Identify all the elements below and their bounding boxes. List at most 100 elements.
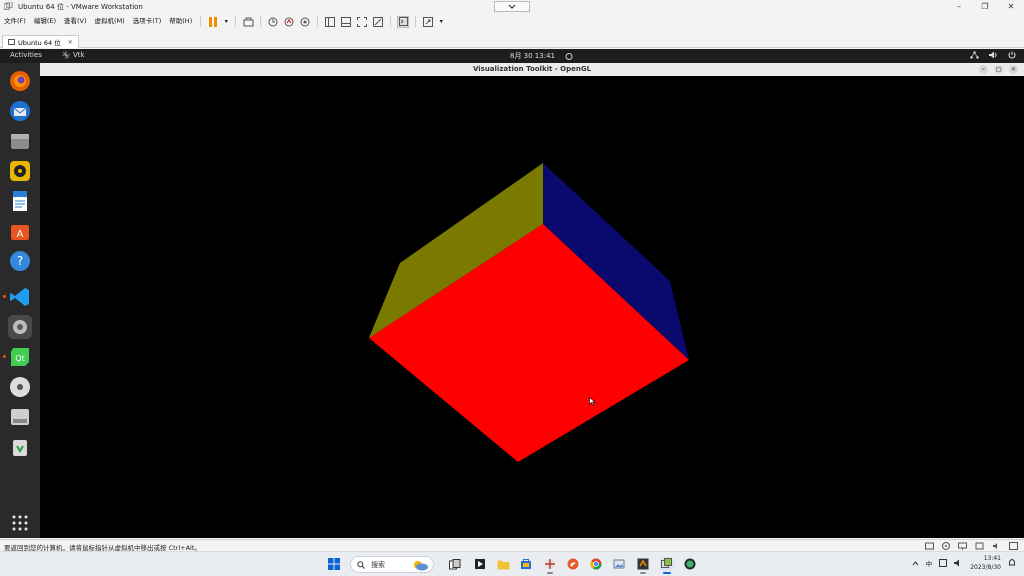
gnome-topbar: Activities Vtk 8月 30 13:41	[0, 49, 1024, 63]
vmware-titlebar: Ubuntu 64 位 - VMware Workstation – ❐ ✕	[0, 0, 1024, 13]
power-icon[interactable]	[1008, 51, 1016, 59]
taskbar-swift[interactable]	[566, 557, 580, 571]
console-view-button[interactable]	[397, 15, 410, 28]
dock-thunderbird[interactable]	[8, 99, 32, 123]
volume-icon[interactable]	[989, 51, 998, 59]
volume-tray-icon[interactable]	[954, 559, 963, 567]
taskbar-app-pinned[interactable]	[543, 557, 557, 574]
dock-software[interactable]: A	[8, 219, 32, 243]
clock-icon	[268, 17, 278, 26]
dock-vscode[interactable]	[3, 285, 32, 309]
trash-icon	[13, 440, 27, 456]
windows-start-icon[interactable]	[328, 558, 340, 570]
vtk-render-window[interactable]	[40, 76, 1024, 538]
disc-icon	[10, 377, 30, 397]
activities-button[interactable]: Activities	[10, 51, 42, 59]
vtk-close-button[interactable]: ✕	[1009, 65, 1018, 74]
menu-file[interactable]: 文件(F)	[0, 13, 30, 30]
taskbar-search[interactable]: 搜索	[350, 556, 434, 573]
files-icon	[11, 134, 29, 149]
windows-taskbar: 搜索 中 13:41 2023/8/30	[0, 551, 1024, 576]
vtk-maximize-button[interactable]: □	[994, 65, 1003, 74]
chevron-up-icon[interactable]	[912, 560, 919, 566]
svg-text:Qt: Qt	[15, 354, 24, 363]
vmware-statusbar: 要返回到您的计算机，请将鼠标指针从虚拟机中移出或按 Ctrl+Alt。	[0, 539, 1024, 552]
notification-icon[interactable]	[1008, 559, 1016, 567]
menu-vm[interactable]: 虚拟机(M)	[91, 13, 129, 30]
dock-libreoffice-writer[interactable]	[8, 189, 32, 213]
ubuntu-desktop: Activities Vtk 8月 30 13:41 A ? Qt Visual…	[0, 49, 1024, 538]
revert-snapshot-button[interactable]	[283, 16, 295, 28]
vtk-window-titlebar[interactable]: Visualization Toolkit - OpenGL – □ ✕	[40, 63, 1024, 76]
software-center-icon: A	[11, 225, 29, 240]
store-icon	[521, 559, 531, 569]
menu-view[interactable]: 查看(V)	[60, 13, 91, 30]
dock-rhythmbox[interactable]	[8, 159, 32, 183]
restore-button[interactable]: ❐	[972, 0, 998, 13]
cube-render	[369, 163, 689, 462]
minimize-button[interactable]: –	[946, 0, 972, 13]
menu-tabs[interactable]: 选项卡(T)	[129, 13, 166, 30]
close-button[interactable]: ✕	[998, 0, 1024, 13]
fullscreen-dropdown-button[interactable]	[494, 1, 530, 12]
hdd-status-icon[interactable]	[925, 542, 934, 550]
pause-button[interactable]	[207, 16, 219, 28]
show-apps-button[interactable]	[8, 511, 32, 535]
ime-icon[interactable]	[939, 559, 948, 567]
app-menu[interactable]: Vtk	[62, 51, 85, 59]
topbar-clock[interactable]: 8月 30 13:41	[510, 51, 555, 61]
image-viewer-icon	[613, 559, 625, 569]
folder-icon	[497, 560, 509, 569]
autofit-icon	[423, 16, 434, 27]
close-tab-icon[interactable]: ✕	[68, 39, 73, 46]
app-grid-icon	[12, 515, 28, 531]
view-bottom-button[interactable]	[340, 16, 352, 28]
taskbar-app-pinned-2[interactable]	[612, 557, 626, 571]
task-view-button[interactable]	[448, 557, 462, 571]
dock-qt-creator[interactable]: Qt	[3, 345, 32, 369]
dock-disc[interactable]	[8, 375, 32, 399]
dock-files[interactable]	[8, 129, 32, 153]
alarm-icon	[565, 53, 573, 60]
taskbar-store[interactable]	[519, 557, 533, 571]
usb-status-icon[interactable]	[975, 542, 984, 550]
menu-edit[interactable]: 编辑(E)	[30, 13, 60, 30]
autofit-button[interactable]	[422, 16, 434, 28]
cd-status-icon[interactable]	[942, 542, 950, 550]
snapshot-manager-button[interactable]	[299, 16, 311, 28]
input-language[interactable]: 中	[926, 558, 933, 568]
taskbar-media-player[interactable]	[473, 557, 487, 571]
taskbar-vmware-active[interactable]	[660, 557, 674, 574]
unity-button[interactable]	[372, 16, 384, 28]
fullscreen-button[interactable]	[356, 16, 368, 28]
taskbar-chrome[interactable]	[589, 557, 603, 571]
vm-tab-ubuntu[interactable]: Ubuntu 64 位 ✕	[2, 35, 79, 48]
dock-help[interactable]: ?	[8, 249, 32, 273]
cross-app-icon	[545, 559, 555, 569]
dock-trash[interactable]	[8, 435, 32, 459]
send-ctrl-alt-del-button[interactable]	[242, 16, 254, 28]
network-status-icon[interactable]	[958, 542, 967, 550]
autofit-dropdown[interactable]: ▾	[438, 16, 444, 28]
media-player-icon	[475, 559, 485, 569]
taskbar-file-explorer[interactable]	[496, 557, 510, 571]
dock-drive[interactable]	[8, 405, 32, 429]
chat-icon	[684, 558, 696, 570]
taskbar-wechat[interactable]	[683, 557, 697, 571]
menu-help[interactable]: 帮助(H)	[165, 13, 196, 30]
vtk-minimize-button[interactable]: –	[979, 65, 988, 74]
dock-settings[interactable]	[8, 315, 32, 339]
vmware-icon	[4, 2, 13, 10]
view-console-button[interactable]	[324, 16, 336, 28]
network-icon[interactable]	[970, 51, 979, 59]
display-status-icon[interactable]	[1009, 542, 1018, 550]
taskbar-clock[interactable]: 13:41 2023/8/30	[970, 554, 1001, 572]
dock-firefox[interactable]	[8, 69, 32, 93]
svg-text:?: ?	[17, 254, 23, 268]
sound-status-icon[interactable]	[992, 542, 1001, 550]
taskbar-vmware[interactable]	[636, 557, 650, 574]
snapshot-button[interactable]	[267, 16, 279, 28]
rhythmbox-icon	[10, 161, 30, 181]
pause-dropdown[interactable]: ▾	[223, 16, 229, 28]
gear-icon	[13, 320, 27, 334]
